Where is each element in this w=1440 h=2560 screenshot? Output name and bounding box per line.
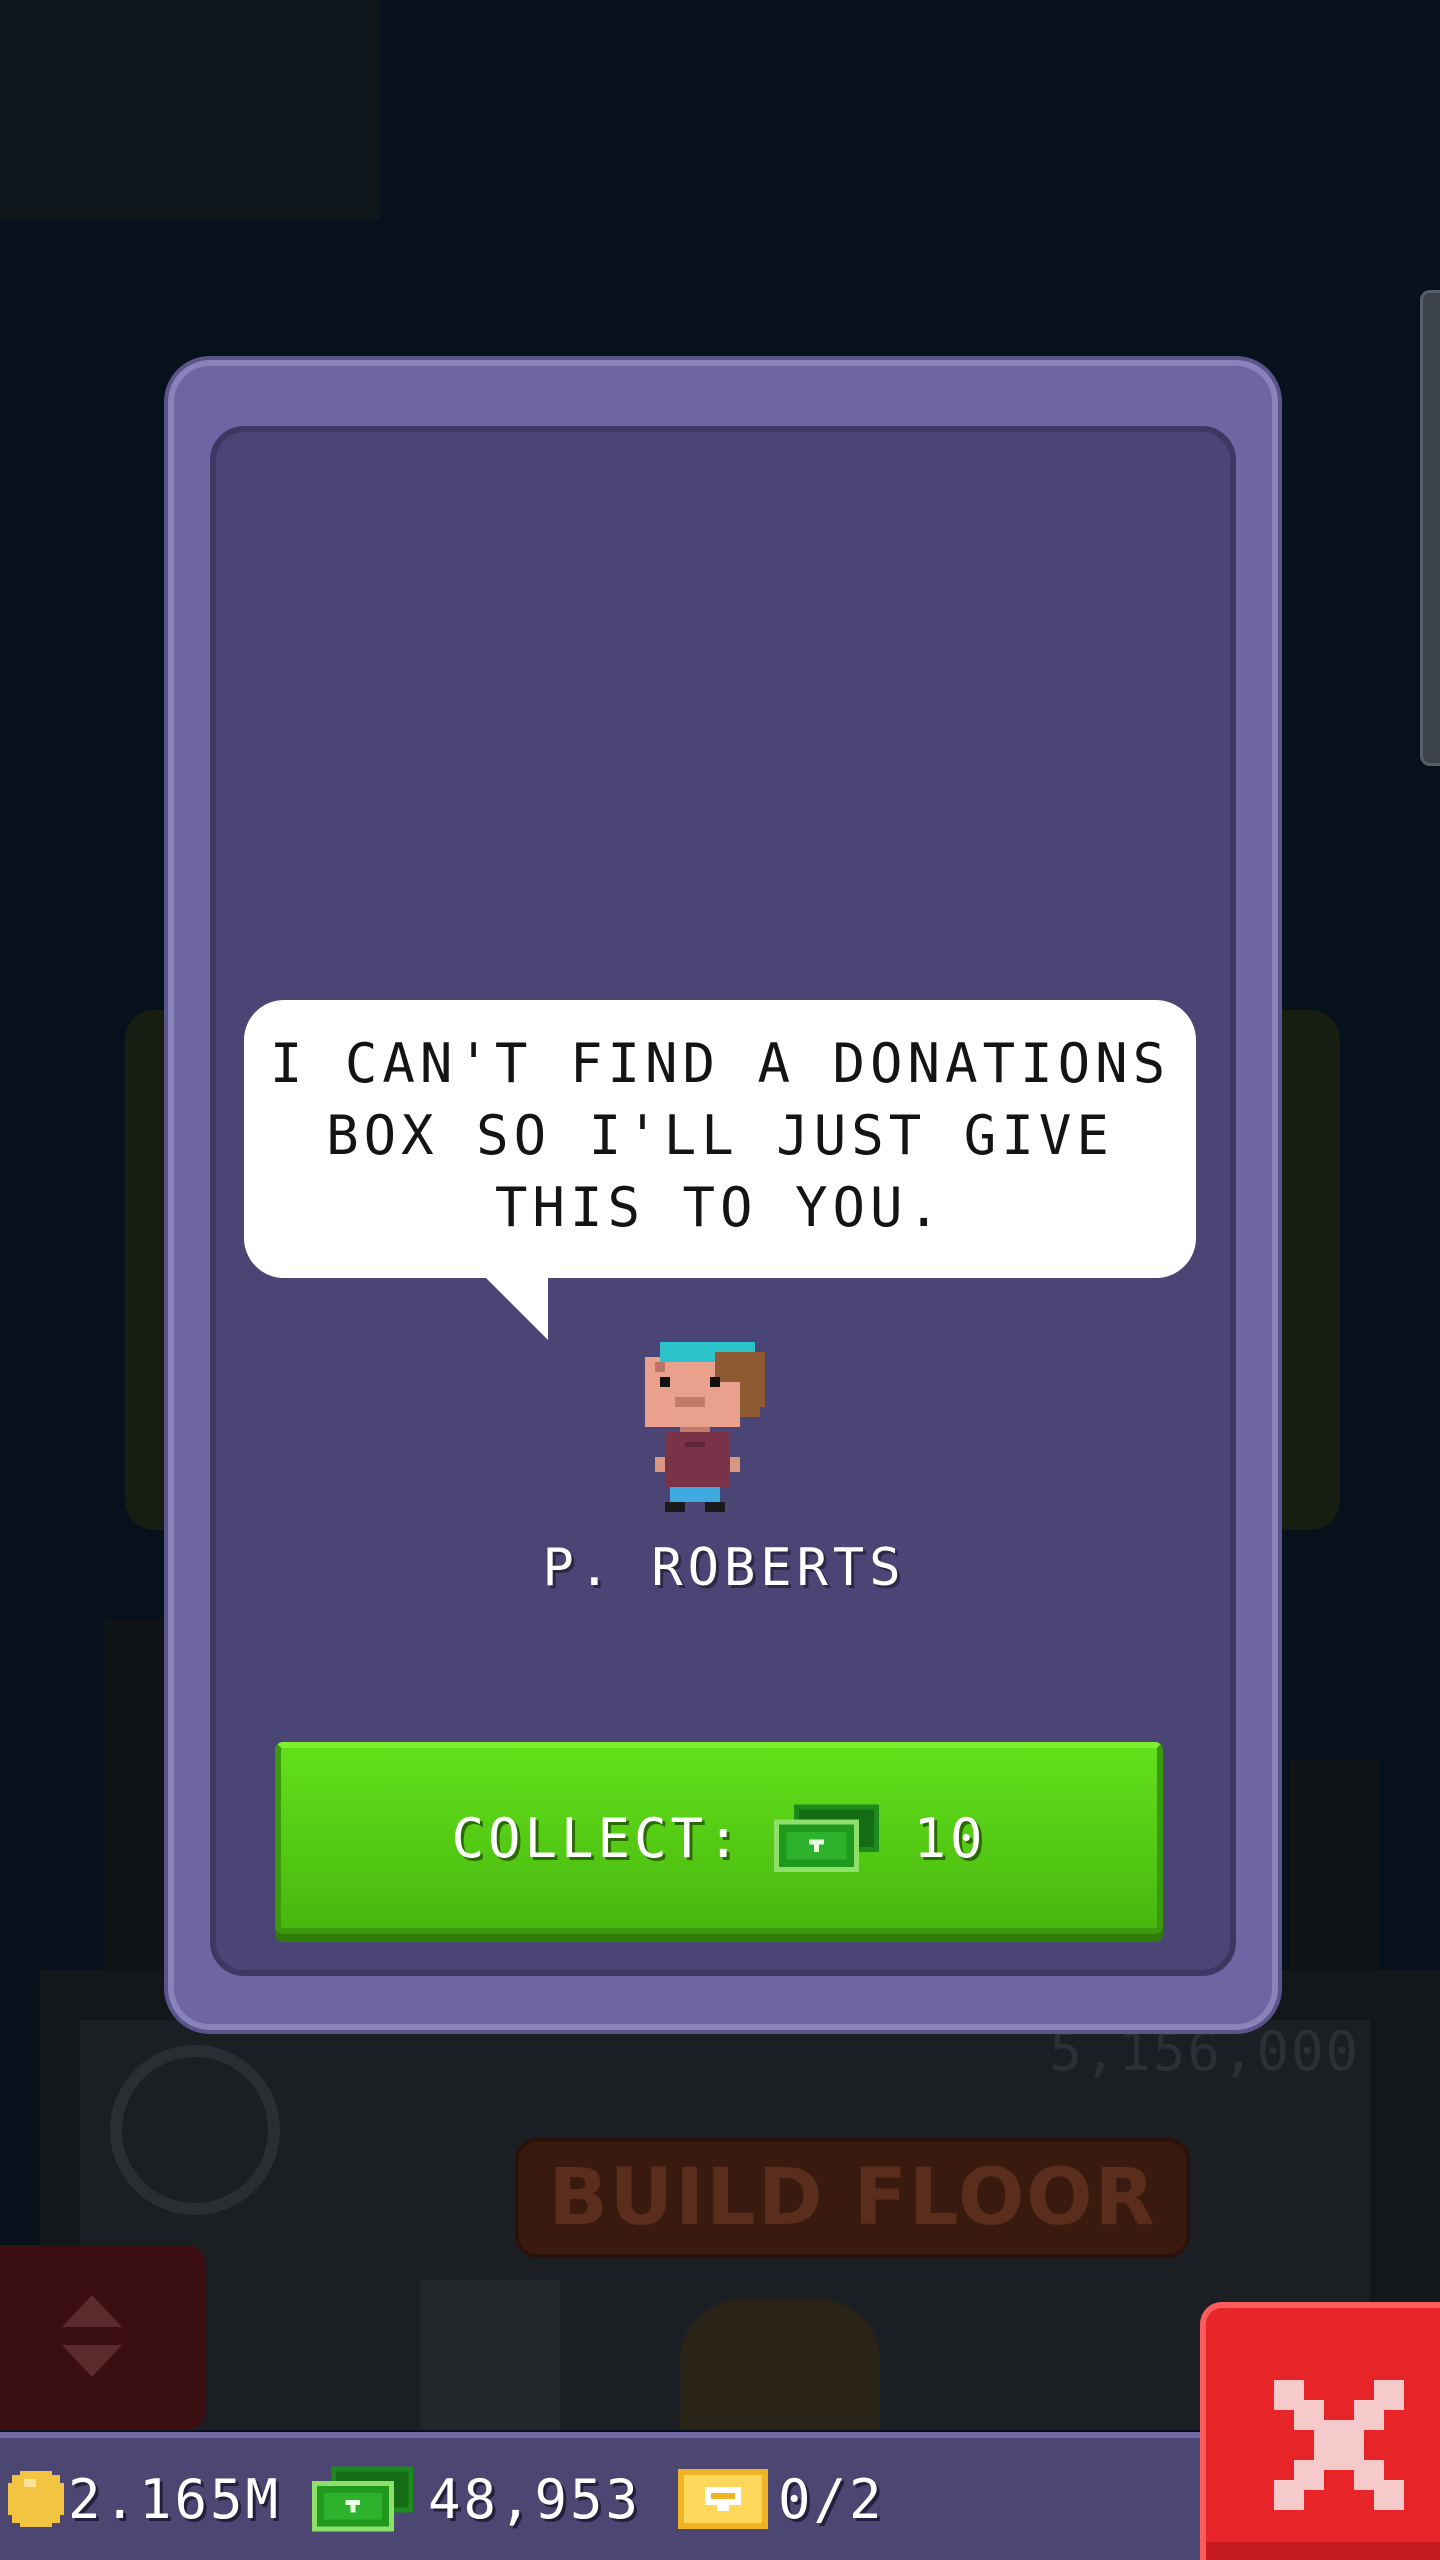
background-glow-right [1270, 1010, 1340, 1530]
close-button[interactable] [1200, 2302, 1440, 2560]
build-floor-button: BUILD FLOOR [515, 2138, 1190, 2258]
character-name: P. ROBERTS [542, 1538, 906, 1598]
speech-text: I CAN'T FIND A DONATIONS BOX SO I'LL JUS… [269, 1032, 1171, 1239]
speech-bubble: I CAN'T FIND A DONATIONS BOX SO I'LL JUS… [244, 1000, 1196, 1278]
character-avatar [645, 1342, 765, 1512]
background-crate [420, 2280, 560, 2430]
background-workers [680, 2300, 880, 2430]
gear-icon [110, 2045, 280, 2215]
vip-value: 0/2 [778, 2467, 885, 2531]
vip-ticket-icon [678, 2469, 768, 2529]
coins-value: 2.165M [68, 2467, 282, 2531]
tower-bux-icon [773, 1804, 879, 1872]
coin-icon [8, 2471, 64, 2527]
background-tower-right [1290, 1760, 1380, 1970]
background-cloud [0, 0, 380, 220]
bux-counter: 48,953 [312, 2438, 641, 2560]
tower-bux-icon [312, 2466, 414, 2532]
elevator-button [0, 2245, 205, 2430]
speech-bubble-tail [482, 1274, 548, 1340]
vip-counter: 0/2 [678, 2438, 885, 2560]
collect-label: COLLECT: [451, 1806, 744, 1870]
game-screen: 5,156,000 BUILD FLOOR I CAN'T FIND A DON… [0, 0, 1440, 2560]
bux-value: 48,953 [428, 2467, 642, 2531]
side-menu-handle[interactable] [1420, 290, 1440, 766]
collect-button[interactable]: COLLECT: 10 [275, 1742, 1163, 1934]
collect-amount: 10 [913, 1806, 987, 1870]
coins-counter: 2.165M [8, 2438, 281, 2560]
close-icon [1274, 2380, 1404, 2510]
